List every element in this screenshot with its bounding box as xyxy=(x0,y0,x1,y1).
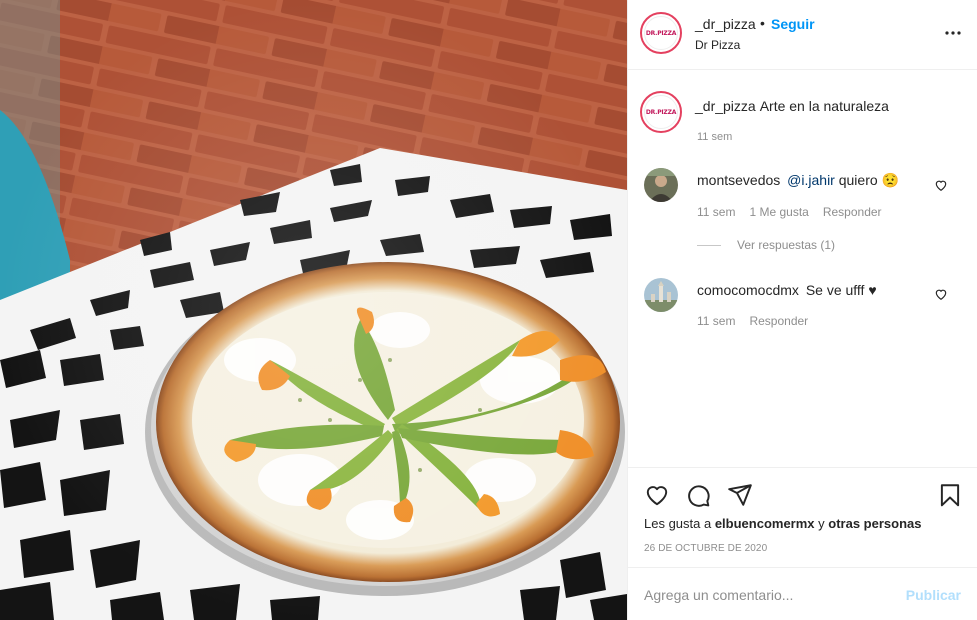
heart-icon[interactable] xyxy=(644,482,670,508)
replies-divider xyxy=(697,244,721,246)
likes-connector: y xyxy=(814,516,829,531)
likes-prefix: Les gusta a xyxy=(644,516,715,531)
post-caption: _dr_pizza Arte en la naturaleza xyxy=(695,98,965,114)
worried-emoji-icon: 😟 xyxy=(881,172,899,188)
add-comment-section: Publicar xyxy=(628,567,977,620)
comment-icon[interactable] xyxy=(685,482,711,508)
likes-user[interactable]: elbuencomermx xyxy=(715,516,815,531)
comment-body: comocomocdmx Se ve ufff ♥ xyxy=(697,282,877,298)
likes-summary: Les gusta a elbuencomermx y otras person… xyxy=(644,516,921,531)
location-link[interactable]: Dr Pizza xyxy=(695,38,740,52)
post-username[interactable]: _dr_pizza xyxy=(695,16,756,32)
comment-likes[interactable]: 1 Me gusta xyxy=(749,205,808,219)
avatar-logo: DR.PIZZA xyxy=(644,16,678,50)
more-horizontal-icon[interactable] xyxy=(944,24,962,42)
reply-button[interactable]: Responder xyxy=(749,314,808,328)
follow-button[interactable]: Seguir xyxy=(771,16,815,32)
avatar-logo: DR.PIZZA xyxy=(644,95,678,129)
post-date[interactable]: 26 DE OCTUBRE DE 2020 xyxy=(644,543,767,554)
comment-mention[interactable]: @i.jahir xyxy=(787,172,835,188)
post-actions xyxy=(628,467,977,515)
separator-dot: • xyxy=(760,15,765,31)
comment-input[interactable] xyxy=(644,584,894,606)
likes-others[interactable]: otras personas xyxy=(828,516,921,531)
like-comment-heart-icon[interactable] xyxy=(934,287,948,301)
comment-meta: 11 sem 1 Me gusta Responder xyxy=(697,205,882,219)
commenter-avatar[interactable] xyxy=(644,168,678,202)
comment-text: quiero xyxy=(838,172,878,188)
avatar[interactable]: DR.PIZZA xyxy=(640,12,682,54)
post-image[interactable] xyxy=(0,0,627,620)
comment-text: Se ve ufff ♥ xyxy=(805,282,877,298)
pizza-photo xyxy=(0,0,627,620)
comment-timestamp[interactable]: 11 sem xyxy=(697,205,735,219)
view-replies-button[interactable]: Ver respuestas (1) xyxy=(697,238,835,252)
like-comment-heart-icon[interactable] xyxy=(934,178,948,192)
bookmark-icon[interactable] xyxy=(937,482,963,508)
comment-meta: 11 sem Responder xyxy=(697,314,808,328)
comment-username[interactable]: comocomocdmx xyxy=(697,282,799,298)
caption-avatar[interactable]: DR.PIZZA xyxy=(640,91,682,133)
comment-body: montsevedos @i.jahir quiero 😟 xyxy=(697,172,899,189)
caption-timestamp[interactable]: 11 sem xyxy=(697,131,732,143)
caption-text: Arte en la naturaleza xyxy=(759,98,889,114)
reply-button[interactable]: Responder xyxy=(823,205,882,219)
post-details-panel: DR.PIZZA _dr_pizza • Seguir Dr Pizza DR.… xyxy=(627,0,977,620)
send-icon[interactable] xyxy=(727,482,753,508)
post-header: DR.PIZZA _dr_pizza • Seguir Dr Pizza xyxy=(628,0,977,70)
view-replies-label: Ver respuestas (1) xyxy=(737,238,836,252)
comment-username[interactable]: montsevedos xyxy=(697,172,780,188)
commenter-avatar[interactable] xyxy=(644,278,678,312)
comment-timestamp[interactable]: 11 sem xyxy=(697,314,735,328)
publish-button[interactable]: Publicar xyxy=(906,587,961,603)
caption-username[interactable]: _dr_pizza xyxy=(695,98,756,114)
